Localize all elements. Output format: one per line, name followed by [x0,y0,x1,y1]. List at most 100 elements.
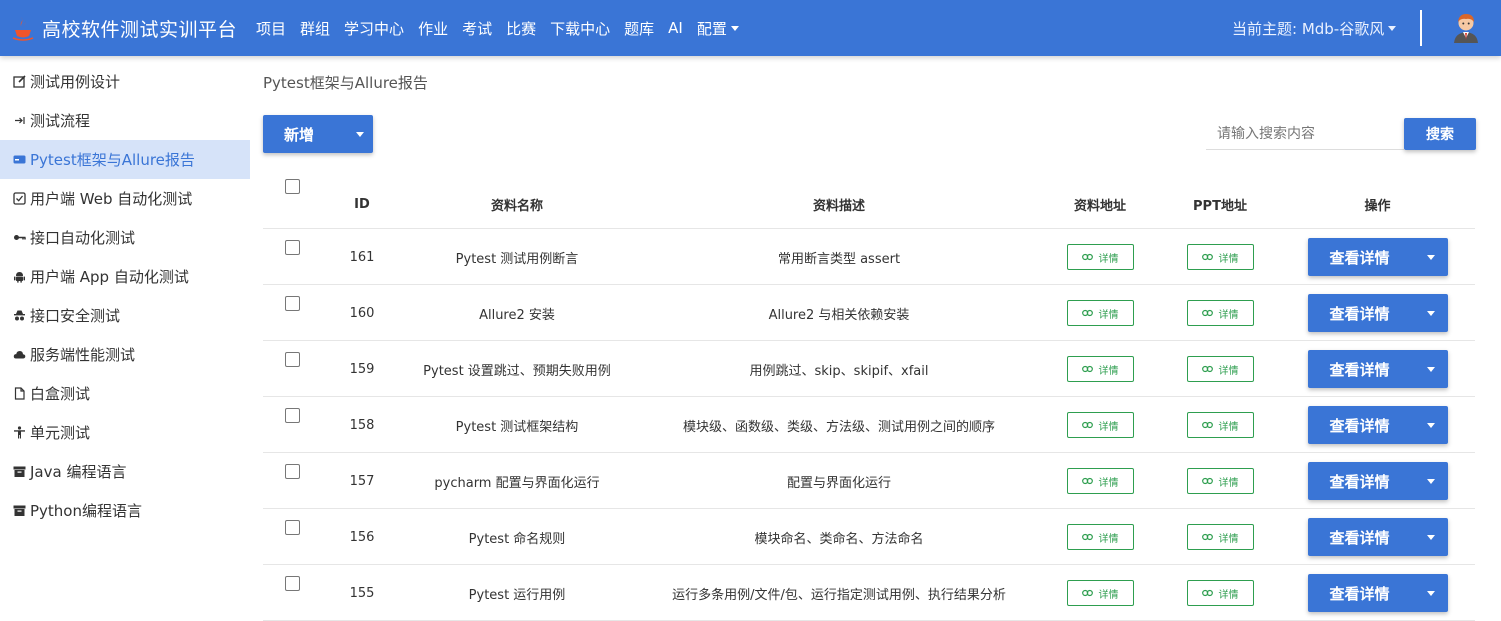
view-details-label: 查看详情 [1329,472,1390,491]
nav-item-exam[interactable]: 考试 [455,18,499,39]
material-detail-button[interactable]: 详情 [1066,300,1134,326]
sidebar-item-test-case-design[interactable]: 测试用例设计 [0,62,250,101]
row-actions-cell: 查看详情 [1275,453,1480,509]
view-details-button[interactable]: 查看详情 [1307,350,1448,388]
add-button[interactable]: 新增 [263,115,373,153]
ppt-detail-button[interactable]: 详情 [1186,580,1254,606]
ppt-detail-button[interactable]: 详情 [1186,468,1254,494]
material-detail-button[interactable]: 详情 [1066,412,1134,438]
row-select-cell [284,237,300,257]
row-ppt-cell: 详情 [1165,229,1275,285]
view-dropdown-toggle[interactable] [1411,462,1447,500]
material-detail-button[interactable]: 详情 [1066,524,1134,550]
header-name: 资料名称 [490,198,543,214]
sidebar-item-white-box[interactable]: 白盒测试 [0,374,250,413]
sidebar-item-label: 接口安全测试 [30,307,121,325]
avatar[interactable] [1450,11,1482,43]
ppt-detail-button[interactable]: 详情 [1186,300,1254,326]
link-icon [1081,365,1093,373]
view-details-label: 查看详情 [1329,304,1390,323]
view-details-label: 查看详情 [1329,416,1390,435]
file-icon [12,387,26,401]
table-row: 156 Pytest 命名规则 模块命名、类命名、方法命名 详情 详情 查看详情 [263,509,1475,565]
search-input[interactable] [1206,118,1404,150]
ppt-detail-button[interactable]: 详情 [1186,244,1254,270]
view-details-button[interactable]: 查看详情 [1307,406,1448,444]
view-details-label: 查看详情 [1329,360,1390,379]
ppt-detail-button[interactable]: 详情 [1186,356,1254,382]
nav-item-config[interactable]: 配置 [690,18,746,39]
sidebar-item-python[interactable]: Python编程语言 [0,491,250,530]
sidebar-item-test-process[interactable]: 测试流程 [0,101,250,140]
chevron-down-icon [1427,422,1436,428]
brand[interactable]: 高校软件测试实训平台 [12,15,237,42]
header-id: ID [354,196,370,212]
search-button[interactable]: 搜索 [1404,118,1476,150]
checkbox-icon [12,192,26,206]
detail-label: 详情 [1098,589,1119,601]
view-dropdown-toggle[interactable] [1411,574,1447,612]
chevron-down-icon [1427,254,1436,260]
select-all-checkbox[interactable] [284,178,300,194]
row-ppt-cell: 详情 [1165,341,1275,397]
add-dropdown-toggle[interactable] [343,115,373,153]
sidebar-item-web-automation[interactable]: 用户端 Web 自动化测试 [0,179,250,218]
view-details-button[interactable]: 查看详情 [1307,462,1448,500]
material-detail-button[interactable]: 详情 [1066,356,1134,382]
detail-label: 详情 [1218,253,1239,265]
row-select-cell [284,461,300,481]
sidebar-item-label: Pytest框架与Allure报告 [30,151,195,169]
row-checkbox[interactable] [284,575,300,591]
material-detail-button[interactable]: 详情 [1066,244,1134,270]
view-details-button[interactable]: 查看详情 [1307,294,1448,332]
ppt-detail-button[interactable]: 详情 [1186,412,1254,438]
view-dropdown-toggle[interactable] [1411,406,1447,444]
view-details-button[interactable]: 查看详情 [1307,238,1448,276]
chevron-down-icon [1427,534,1436,540]
row-checkbox[interactable] [284,295,300,311]
sidebar-item-api-automation[interactable]: 接口自动化测试 [0,218,250,257]
material-detail-button[interactable]: 详情 [1066,580,1134,606]
sidebar-item-unit-test[interactable]: 单元测试 [0,413,250,452]
sidebar-item-java[interactable]: Java 编程语言 [0,452,250,491]
sidebar-item-app-automation[interactable]: 用户端 App 自动化测试 [0,257,250,296]
nav-item-project[interactable]: 项目 [249,18,293,39]
row-checkbox[interactable] [284,519,300,535]
sidebar-item-pytest-allure[interactable]: Pytest框架与Allure报告 [0,140,250,179]
nav-item-group[interactable]: 群组 [293,18,337,39]
view-dropdown-toggle[interactable] [1411,350,1447,388]
row-checkbox[interactable] [284,351,300,367]
sidebar-item-server-performance[interactable]: 服务端性能测试 [0,335,250,374]
link-icon [1081,309,1093,317]
nav-item-download-center[interactable]: 下载中心 [543,18,617,39]
row-checkbox[interactable] [284,407,300,423]
view-details-button[interactable]: 查看详情 [1307,518,1448,556]
row-checkbox[interactable] [284,463,300,479]
nav-item-homework[interactable]: 作业 [411,18,455,39]
brand-title: 高校软件测试实训平台 [42,18,238,41]
header-ppt: PPT地址 [1193,198,1247,214]
chevron-down-icon [730,25,739,31]
view-dropdown-toggle[interactable] [1411,294,1447,332]
nav-item-learning-center[interactable]: 学习中心 [337,18,411,39]
theme-selector[interactable]: 当前主题: Mdb-谷歌风 [1232,18,1397,39]
material-detail-button[interactable]: 详情 [1066,468,1134,494]
row-checkbox[interactable] [284,239,300,255]
nav-item-ai[interactable]: AI [661,18,690,39]
sidebar-item-api-security[interactable]: 接口安全测试 [0,296,250,335]
row-description: 配置与界面化运行 [786,475,891,491]
ppt-detail-button[interactable]: 详情 [1186,524,1254,550]
table-row: 161 Pytest 测试用例断言 常用断言类型 assert 详情 详情 查看详情 [263,229,1475,285]
detail-label: 详情 [1218,477,1239,489]
link-icon [1201,309,1213,317]
view-details-button[interactable]: 查看详情 [1307,574,1448,612]
view-dropdown-toggle[interactable] [1411,238,1447,276]
nav-item-question-bank[interactable]: 题库 [617,18,661,39]
row-actions-cell: 查看详情 [1275,565,1480,621]
row-name: pycharm 配置与界面化运行 [434,475,600,491]
top-navbar: 高校软件测试实训平台 项目 群组 学习中心 作业 考试 比赛 下载中心 题库 A… [0,0,1501,56]
nav-item-contest[interactable]: 比赛 [499,18,543,39]
row-id: 158 [349,417,375,433]
header-description: 资料描述 [812,198,865,214]
view-dropdown-toggle[interactable] [1411,518,1447,556]
